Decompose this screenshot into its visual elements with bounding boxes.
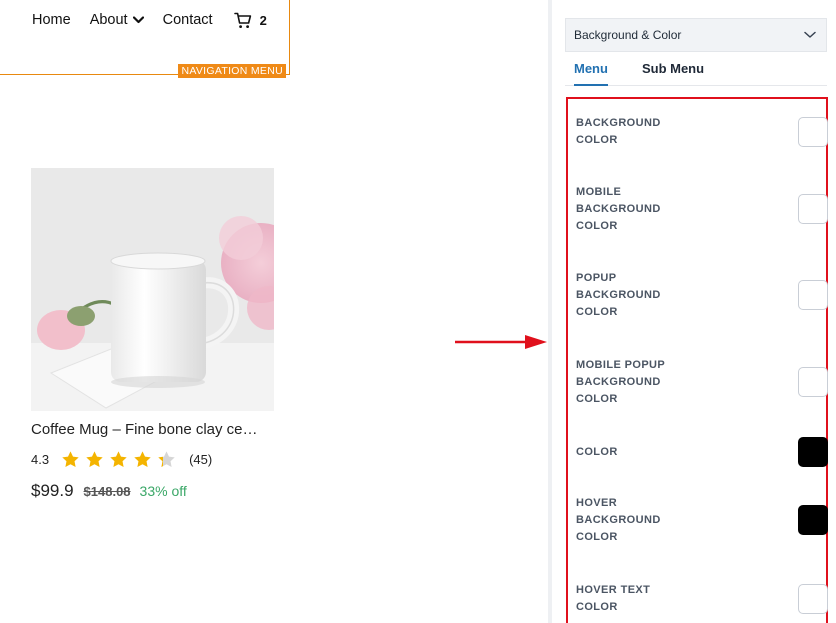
color-setting-label: HOVER BACKGROUND COLOR — [576, 496, 661, 543]
arrow-right-icon — [455, 335, 547, 349]
star-icon — [86, 451, 103, 467]
color-setting-row[interactable]: COLOR — [576, 437, 828, 467]
price-row: $99.9 $148.08 33% off — [31, 481, 274, 501]
color-swatch[interactable] — [798, 437, 828, 467]
color-swatch[interactable] — [798, 584, 828, 614]
star-icon — [62, 451, 79, 467]
product-image[interactable] — [31, 168, 274, 411]
product-title[interactable]: Coffee Mug – Fine bone clay ce… — [31, 421, 274, 438]
color-setting-label: COLOR — [576, 445, 618, 458]
color-setting-label: HOVER TEXT COLOR — [576, 584, 651, 613]
rating-row: 4.3 (45) — [31, 450, 274, 469]
regular-price: $148.08 — [83, 484, 131, 499]
color-swatch[interactable] — [798, 117, 828, 147]
rating-value: 4.3 — [31, 452, 50, 467]
discount-badge: 33% off — [139, 483, 187, 499]
color-setting-row[interactable]: HOVER TEXT COLOR — [576, 579, 828, 619]
cart-button[interactable]: 2 — [233, 12, 267, 29]
settings-panel: Background & Color Menu Sub Menu BACKGRO… — [552, 0, 836, 623]
preview-area: Home About Contact 2 NAVIGATION MENU Cof… — [0, 0, 548, 623]
section-title: Background & Color — [574, 28, 682, 42]
nav-item-label: Home — [32, 12, 71, 28]
color-swatch[interactable] — [798, 505, 828, 535]
nav-item-label: About — [89, 12, 128, 28]
tab-sub-menu[interactable]: Sub Menu — [642, 56, 704, 86]
color-setting-row[interactable]: BACKGROUND COLOR — [576, 112, 828, 152]
chevron-down-icon — [132, 16, 144, 24]
tab-menu[interactable]: Menu — [574, 56, 608, 86]
color-setting-label: POPUP BACKGROUND COLOR — [576, 271, 661, 318]
background-color-section-toggle[interactable]: Background & Color — [565, 18, 827, 52]
color-setting-label: MOBILE BACKGROUND COLOR — [576, 185, 661, 232]
color-setting-label: MOBILE POPUP BACKGROUND COLOR — [576, 358, 665, 405]
navigation-menu-widget[interactable]: Home About Contact 2 NAVIGATION MENU — [0, 0, 290, 78]
coffee-mug-photo — [31, 168, 274, 411]
nav-item-label: Contact — [162, 12, 213, 28]
nav-item-about[interactable]: About — [90, 12, 144, 28]
star-icon — [134, 451, 151, 467]
product-card[interactable]: Coffee Mug – Fine bone clay ce… 4.3 (45)… — [31, 168, 274, 501]
page: Home About Contact 2 NAVIGATION MENU Cof… — [0, 0, 836, 623]
color-swatch[interactable] — [798, 194, 828, 224]
chevron-down-icon — [804, 31, 816, 38]
color-setting-label: BACKGROUND COLOR — [576, 117, 661, 146]
review-count[interactable]: (45) — [189, 452, 212, 467]
tab-bar: Menu Sub Menu — [565, 56, 827, 86]
color-setting-row[interactable]: POPUP BACKGROUND COLOR — [576, 267, 828, 323]
color-setting-row[interactable]: HOVER BACKGROUND COLOR — [576, 492, 828, 548]
star-icon — [110, 451, 127, 467]
color-swatch[interactable] — [798, 280, 828, 310]
color-swatch[interactable] — [798, 367, 828, 397]
nav-item-home[interactable]: Home — [32, 12, 71, 28]
nav-item-contact[interactable]: Contact — [163, 12, 213, 28]
color-setting-row[interactable]: MOBILE BACKGROUND COLOR — [576, 181, 828, 237]
star-icon — [158, 451, 175, 467]
cart-count: 2 — [259, 12, 267, 28]
nav-bar: Home About Contact 2 — [32, 10, 267, 30]
cart-icon — [233, 12, 251, 28]
sale-price: $99.9 — [31, 481, 74, 500]
navigation-menu-tag: NAVIGATION MENU — [178, 64, 286, 78]
star-rating — [61, 450, 181, 469]
color-setting-row[interactable]: MOBILE POPUP BACKGROUND COLOR — [576, 354, 828, 410]
